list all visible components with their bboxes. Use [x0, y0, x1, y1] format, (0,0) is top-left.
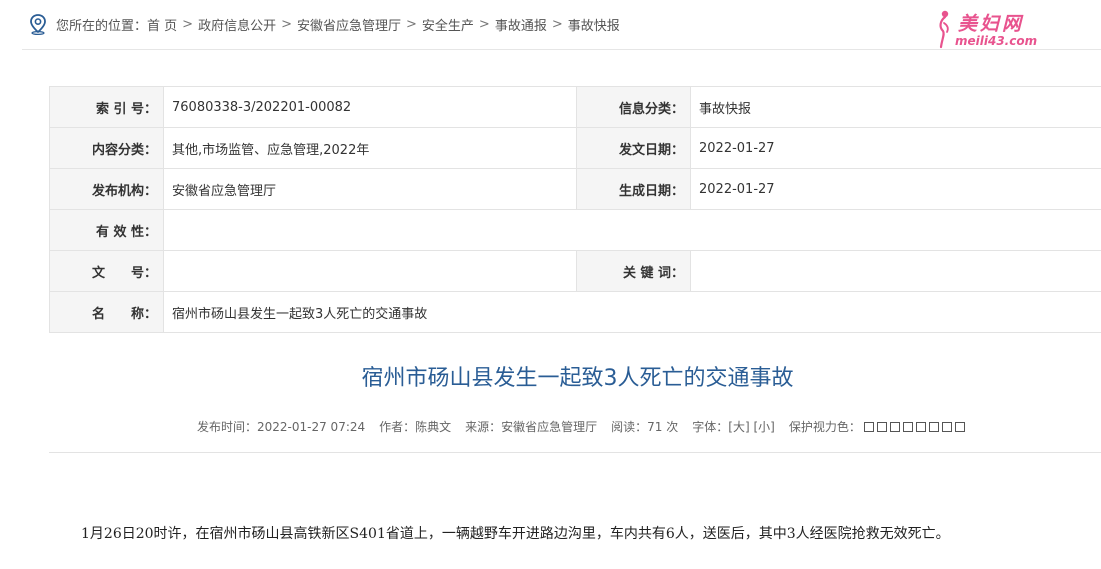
gen-date-label: 生成日期：	[576, 168, 691, 210]
breadcrumb-gov-info[interactable]: 政府信息公开	[198, 15, 276, 34]
author: 作者：陈典文	[379, 420, 452, 434]
breadcrumb-separator: >	[551, 16, 563, 32]
date-label: 发文日期：	[576, 127, 691, 169]
read-count: 阅读：71 次	[611, 420, 679, 434]
color-swatch[interactable]	[889, 421, 900, 432]
source: 来源：安徽省应急管理厅	[465, 420, 598, 434]
breadcrumb-separator: >	[182, 16, 194, 32]
location-pin-icon	[28, 13, 48, 36]
doc-number-label: 文 号：	[49, 250, 164, 292]
watermark-logo: 美妇网 meili43.com	[930, 7, 1050, 51]
breadcrumb: 您所在的位置： 首 页 > 政府信息公开 > 安徽省应急管理厅 > 安全生产 >…	[28, 13, 620, 36]
document-info-table: 索 引 号： 76080338-3/202201-00082 信息分类： 事故快…	[49, 86, 1101, 333]
color-swatch[interactable]	[863, 421, 874, 432]
publish-time: 发布时间：2022-01-27 07:24	[197, 420, 366, 434]
watermark-en: meili43.com	[955, 34, 1038, 48]
breadcrumb-department[interactable]: 安徽省应急管理厅	[297, 15, 401, 34]
keyword-value	[690, 250, 1101, 292]
info-row: 索 引 号： 76080338-3/202201-00082 信息分类： 事故快…	[49, 86, 1101, 128]
breadcrumb-accident-notice[interactable]: 事故通报	[495, 15, 547, 34]
breadcrumb-safety[interactable]: 安全生产	[422, 15, 474, 34]
info-row: 有 效 性：	[49, 209, 1101, 251]
info-row: 内容分类： 其他,市场监管、应急管理,2022年 发文日期： 2022-01-2…	[49, 127, 1101, 169]
index-label: 索 引 号：	[49, 86, 164, 128]
color-swatch[interactable]	[941, 421, 952, 432]
color-swatch[interactable]	[915, 421, 926, 432]
article-paragraph: 1月26日20时许，在宿州市砀山县高铁新区S401省道上，一辆越野车开进路边沟里…	[81, 526, 950, 542]
index-value: 76080338-3/202201-00082	[163, 86, 577, 128]
gen-date-value: 2022-01-27	[690, 168, 1101, 210]
woman-figure-icon	[939, 10, 949, 49]
watermark-cn: 美妇网	[958, 13, 1025, 35]
meta-divider	[49, 452, 1101, 453]
color-swatch[interactable]	[954, 421, 965, 432]
content-value: 其他,市场监管、应急管理,2022年	[163, 127, 577, 169]
breadcrumb-accident-flash[interactable]: 事故快报	[568, 15, 620, 34]
eye-protection-label: 保护视力色：	[788, 420, 861, 434]
category-value: 事故快报	[690, 86, 1101, 128]
name-value: 宿州市砀山县发生一起致3人死亡的交通事故	[163, 291, 1101, 333]
info-row: 名 称： 宿州市砀山县发生一起致3人死亡的交通事故	[49, 291, 1101, 333]
org-value: 安徽省应急管理厅	[163, 168, 577, 210]
breadcrumb-separator: >	[281, 16, 292, 32]
info-row: 文 号： 关 键 词：	[49, 250, 1101, 292]
info-row: 发布机构： 安徽省应急管理厅 生成日期： 2022-01-27	[49, 168, 1101, 210]
breadcrumb-separator: >	[478, 16, 490, 32]
category-label: 信息分类：	[576, 86, 691, 128]
color-swatch[interactable]	[902, 421, 913, 432]
date-value: 2022-01-27	[690, 127, 1101, 169]
breadcrumb-separator: >	[406, 16, 417, 32]
eye-color-swatches	[863, 421, 965, 432]
article-title: 宿州市砀山县发生一起致3人死亡的交通事故	[361, 366, 794, 391]
breadcrumb-home[interactable]: 首 页	[147, 15, 177, 34]
name-label: 名 称：	[49, 291, 164, 333]
doc-number-value	[163, 250, 577, 292]
color-swatch[interactable]	[876, 421, 887, 432]
breadcrumb-prefix: 您所在的位置：	[56, 18, 148, 34]
color-swatch[interactable]	[928, 421, 939, 432]
page: 您所在的位置： 首 页 > 政府信息公开 > 安徽省应急管理厅 > 安全生产 >…	[0, 0, 1101, 569]
validity-value	[163, 209, 1101, 251]
org-label: 发布机构：	[49, 168, 164, 210]
keyword-label: 关 键 词：	[576, 250, 691, 292]
validity-label: 有 效 性：	[49, 209, 164, 251]
content-label: 内容分类：	[49, 127, 164, 169]
article-meta: 发布时间：2022-01-27 07:24 作者：陈典文 来源：安徽省应急管理厅…	[197, 418, 965, 435]
font-size-control[interactable]: 字体：[大] [小]	[692, 418, 775, 435]
